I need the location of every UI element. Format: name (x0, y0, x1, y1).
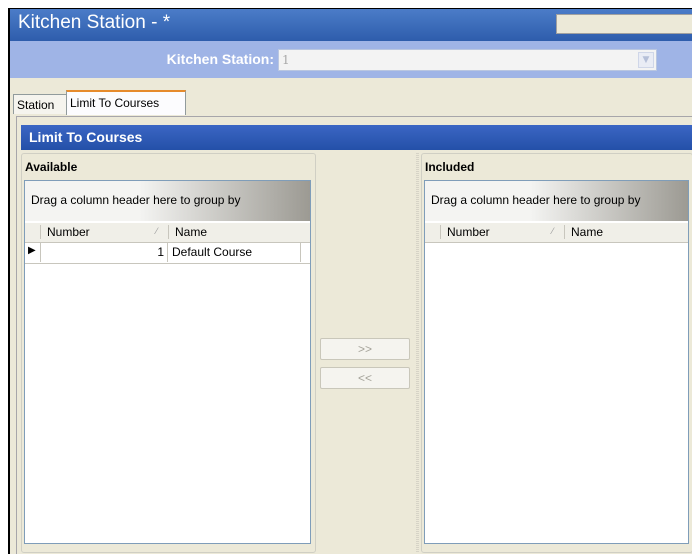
title-bar-field (556, 14, 692, 34)
included-grid[interactable]: Drag a column header here to group by Nu… (424, 180, 689, 544)
group-by-panel[interactable]: Drag a column header here to group by (425, 181, 688, 221)
add-course-button[interactable]: >> (320, 338, 410, 360)
row-indicator-icon: ▶ (28, 245, 36, 256)
header-band: Kitchen Station: 1 ▼ (10, 41, 692, 78)
window-title: Kitchen Station - * (18, 12, 171, 33)
chevron-down-icon[interactable]: ▼ (638, 52, 654, 68)
column-header-number[interactable]: Number (40, 225, 169, 239)
tab-station[interactable]: Station (13, 94, 68, 114)
column-divider (300, 243, 301, 262)
column-header-number[interactable]: Number (440, 225, 565, 239)
included-title: Included (425, 160, 475, 174)
tab-strip: Station Limit To Courses (10, 78, 692, 118)
column-header-row: Number ⁄ Name (425, 223, 688, 243)
sort-icon: ⁄ (156, 226, 158, 236)
splitter[interactable] (416, 153, 419, 553)
kitchen-station-select[interactable]: 1 ▼ (278, 49, 657, 71)
column-header-name[interactable]: Name (168, 225, 303, 239)
sort-icon: ⁄ (552, 226, 554, 236)
column-header-row: Number ⁄ Name (25, 223, 310, 243)
tab-label: Station (17, 98, 55, 112)
tab-content-panel: Limit To Courses Available Drag a column… (16, 116, 692, 554)
available-title: Available (25, 160, 78, 174)
section-header: Limit To Courses (21, 125, 692, 150)
table-row[interactable]: ▶ 1 Default Course (25, 243, 310, 264)
tab-limit-to-courses[interactable]: Limit To Courses (66, 90, 186, 115)
remove-course-button[interactable]: << (320, 367, 410, 389)
available-group: Available Drag a column header here to g… (21, 153, 316, 553)
window: Kitchen Station - * Kitchen Station: 1 ▼… (8, 8, 692, 554)
tab-label: Limit To Courses (70, 96, 160, 110)
cell-name: Default Course (172, 245, 253, 259)
title-bar: Kitchen Station - * (10, 9, 692, 41)
available-grid[interactable]: Drag a column header here to group by Nu… (24, 180, 311, 544)
kitchen-station-value: 1 (282, 53, 290, 67)
included-group: Included Drag a column header here to gr… (421, 153, 692, 553)
group-by-panel[interactable]: Drag a column header here to group by (25, 181, 310, 221)
cell-number: 1 (40, 243, 168, 262)
kitchen-station-label: Kitchen Station: (166, 51, 274, 67)
column-header-name[interactable]: Name (564, 225, 691, 239)
